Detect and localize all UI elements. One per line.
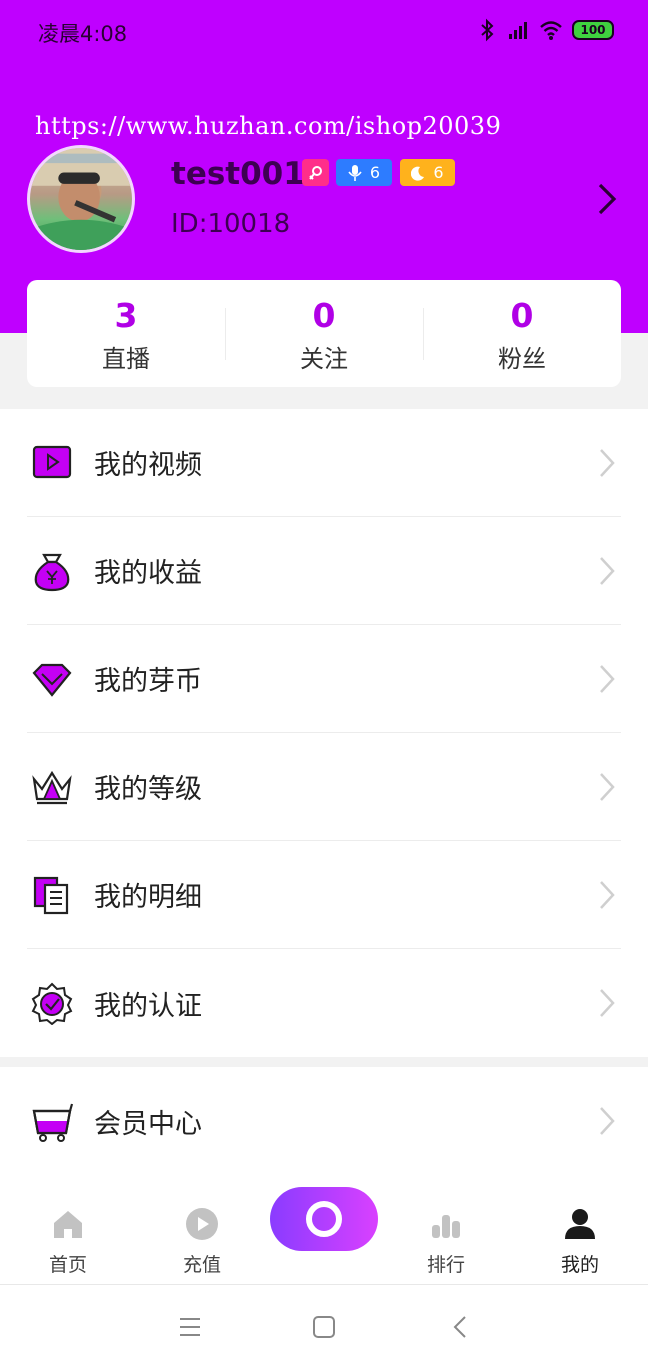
microphone-icon xyxy=(348,164,362,181)
chevron-right-icon xyxy=(600,881,615,909)
tab-label: 排行 xyxy=(426,1254,465,1276)
menu-label: 我的芽币 xyxy=(94,666,202,697)
stat-label: 粉丝 xyxy=(498,345,546,373)
bar-chart-icon xyxy=(432,1215,460,1238)
menu-label: 我的明细 xyxy=(94,882,202,913)
section-divider xyxy=(0,1057,648,1067)
user-level-badge: 6 xyxy=(400,159,455,186)
tab-ranking[interactable]: 排行 xyxy=(391,1187,501,1277)
tab-recharge[interactable]: 充值 xyxy=(147,1187,257,1277)
menu-item-my-coins[interactable]: 我的芽币 xyxy=(27,625,621,733)
anchor-level-badge: 6 xyxy=(336,159,392,186)
status-time: 凌晨4:08 xyxy=(38,22,128,46)
verified-badge-icon xyxy=(31,982,73,1025)
menu-item-my-details[interactable]: 我的明细 xyxy=(27,841,621,949)
stat-label: 直播 xyxy=(102,345,150,373)
person-icon xyxy=(565,1209,595,1239)
cart-icon xyxy=(32,1103,74,1142)
menu-item-member-center[interactable]: 会员中心 xyxy=(27,1067,621,1175)
chevron-right-icon xyxy=(600,665,615,693)
stat-label: 关注 xyxy=(300,345,348,373)
menu-item-my-earnings[interactable]: 我的收益 xyxy=(27,517,621,625)
moon-icon xyxy=(411,166,425,181)
avatar-photo xyxy=(30,148,132,250)
member-menu: 会员中心 xyxy=(0,1067,648,1187)
menu-icon[interactable] xyxy=(178,1315,202,1339)
tab-label: 我的 xyxy=(560,1254,599,1276)
system-nav-bar xyxy=(0,1284,648,1369)
status-bar: 凌晨4:08 100 xyxy=(0,0,648,64)
menu-label: 我的视频 xyxy=(94,450,202,481)
anchor-level-value: 6 xyxy=(369,163,381,182)
tab-home[interactable]: 首页 xyxy=(13,1187,123,1277)
menu-label: 会员中心 xyxy=(94,1108,202,1140)
menu-item-my-verification[interactable]: 我的认证 xyxy=(27,949,621,1057)
stat-following[interactable]: 0 关注 xyxy=(225,280,423,387)
menu-label: 我的等级 xyxy=(94,774,202,805)
avatar[interactable] xyxy=(27,145,135,253)
stat-fans[interactable]: 0 粉丝 xyxy=(423,280,621,387)
menu-item-my-level[interactable]: 我的等级 xyxy=(27,733,621,841)
wifi-icon xyxy=(540,21,562,40)
battery-level: 100 xyxy=(580,23,606,37)
user-id: ID:10018 xyxy=(171,209,291,239)
stats-card: 3 直播 0 关注 0 粉丝 xyxy=(27,280,621,387)
signal-icon xyxy=(509,22,527,39)
bottom-tab-bar: 首页 充值 排行 我的 xyxy=(0,1187,648,1284)
diamond-icon xyxy=(32,663,72,697)
stat-value: 0 xyxy=(312,296,336,335)
chevron-right-icon[interactable] xyxy=(592,180,622,218)
video-icon xyxy=(32,445,72,478)
menu-item-my-videos[interactable]: 我的视频 xyxy=(27,409,621,517)
stat-live[interactable]: 3 直播 xyxy=(27,280,225,387)
crown-icon xyxy=(32,770,72,804)
stat-value: 3 xyxy=(114,296,138,335)
gender-badge xyxy=(302,159,329,186)
profile-menu: 我的视频 我的收益 我的芽币 我的等级 我的明细 我的认证 xyxy=(0,409,648,1057)
bluetooth-icon xyxy=(481,18,494,42)
tab-label: 充值 xyxy=(182,1254,221,1276)
money-bag-icon xyxy=(34,553,70,591)
chevron-right-icon xyxy=(600,449,615,477)
play-circle-icon xyxy=(186,1208,218,1240)
chevron-right-icon xyxy=(600,989,615,1017)
chevron-right-icon xyxy=(600,1107,615,1135)
watermark-url: https://www.huzhan.com/ishop20039 xyxy=(35,112,502,140)
battery-icon: 100 xyxy=(572,20,614,40)
tab-mine[interactable]: 我的 xyxy=(525,1187,635,1277)
live-ring-icon xyxy=(306,1201,342,1237)
username: test001 xyxy=(171,156,305,192)
go-live-button[interactable] xyxy=(270,1187,378,1251)
user-level-value: 6 xyxy=(433,163,444,182)
menu-label: 我的认证 xyxy=(94,990,202,1022)
home-icon xyxy=(54,1211,82,1238)
chevron-right-icon xyxy=(600,773,615,801)
tab-label: 首页 xyxy=(48,1254,87,1276)
chevron-right-icon xyxy=(600,557,615,585)
female-symbol-icon xyxy=(308,165,322,180)
document-icon xyxy=(33,876,69,914)
stat-value: 0 xyxy=(510,296,534,335)
back-icon[interactable] xyxy=(449,1315,473,1339)
status-icons: 100 xyxy=(476,18,614,42)
home-square-icon[interactable] xyxy=(312,1315,336,1339)
menu-label: 我的收益 xyxy=(94,558,202,589)
